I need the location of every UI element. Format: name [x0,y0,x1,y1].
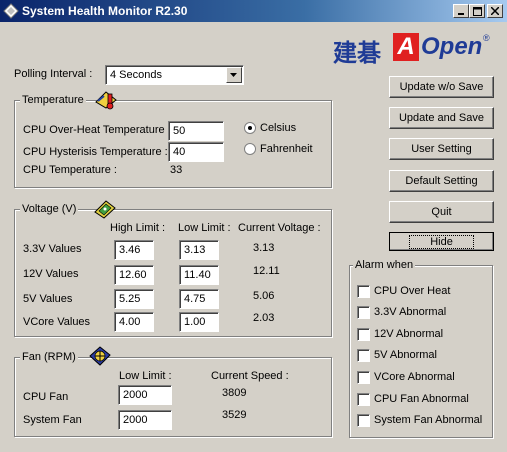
voltage-current-value: 2.03 [253,312,275,324]
alarm-label[interactable]: 3.3V Abnormal [374,306,446,318]
voltage-low-input[interactable]: 1.00 [179,312,219,332]
aopen-logo: 建碁 A Open ® [333,33,493,67]
voltage-current-value: 3.13 [253,242,275,254]
voltage-col-high: High Limit : [110,222,166,234]
cpu-temp-value: 33 [170,164,183,176]
voltage-high-input[interactable]: 3.46 [114,240,154,260]
fan-low-input[interactable]: 2000 [118,410,172,430]
fan-group-label: Fan (RPM) [20,351,78,363]
voltage-current-value: 12.11 [253,265,280,277]
user-setting-button[interactable]: User Setting [389,138,494,160]
celsius-label[interactable]: Celsius [260,122,296,134]
close-button[interactable] [487,4,503,18]
logo-chinese: 建碁 [333,39,381,67]
alarm-checkbox[interactable] [357,328,370,341]
chevron-down-icon [230,72,237,77]
logo-reg: ® [483,33,490,43]
default-setting-button[interactable]: Default Setting [389,170,494,192]
update-without-save-button[interactable]: Update w/o Save [389,76,494,98]
maximize-button[interactable] [469,4,485,18]
polling-dropdown-button[interactable] [226,67,242,83]
fan-col-current: Current Speed : [211,370,289,382]
alarm-checkbox[interactable] [357,414,370,427]
voltage-group-label: Voltage (V) [20,203,79,215]
fan-low-input[interactable]: 2000 [118,385,172,405]
fan-current-value: 3809 [222,387,247,399]
logo-a: A [393,33,419,61]
cpu-temp-label: CPU Temperature : [23,164,117,176]
temperature-group-label: Temperature [20,94,86,106]
polling-label: Polling Interval : [14,68,93,80]
fahrenheit-radio[interactable] [244,143,256,155]
alarm-group-label: Alarm when [353,259,416,271]
voltage-high-input[interactable]: 12.60 [114,265,154,285]
fahrenheit-label[interactable]: Fahrenheit [260,143,313,155]
voltage-low-input[interactable]: 4.75 [179,289,219,309]
overheat-label: CPU Over-Heat Temperature [23,124,165,136]
app-icon [3,3,19,19]
fan-col-low: Low Limit : [119,370,172,382]
alarm-checkbox[interactable] [357,285,370,298]
alarm-checkbox[interactable] [357,306,370,319]
close-icon [491,7,499,15]
alarm-checkbox[interactable] [357,349,370,362]
logo-open: Open [421,33,483,60]
maximize-icon [472,6,482,16]
celsius-radio[interactable] [244,122,256,134]
fan-row-label: CPU Fan [23,391,69,403]
voltage-current-value: 5.06 [253,290,275,302]
thermometer-icon [95,91,117,110]
voltage-low-input[interactable]: 3.13 [179,240,219,260]
hysteresis-label: CPU Hysterisis Temperature : [23,146,168,158]
fan-icon [89,346,111,366]
alarm-label[interactable]: CPU Fan Abnormal [374,393,469,405]
voltage-col-low: Low Limit : [178,222,231,234]
voltage-row-label: 5V Values [23,293,73,305]
minimize-icon [458,13,464,15]
polling-select[interactable]: 4 Seconds [105,65,244,85]
overheat-input[interactable]: 50 [168,121,224,141]
alarm-label[interactable]: System Fan Abnormal [374,414,482,426]
voltage-row-label: VCore Values [23,316,91,328]
hysteresis-input[interactable]: 40 [168,142,224,162]
voltage-row-label: 12V Values [23,268,79,280]
voltage-col-current: Current Voltage : [238,222,321,234]
alarm-label[interactable]: 12V Abnormal [374,328,443,340]
fan-current-value: 3529 [222,409,247,421]
fan-row-label: System Fan [23,414,82,426]
alarm-label[interactable]: VCore Abnormal [374,371,455,383]
minimize-button[interactable] [453,4,469,18]
voltage-row-label: 3.3V Values [23,243,82,255]
hide-button[interactable]: Hide [389,232,494,251]
polling-value: 4 Seconds [110,69,162,81]
chip-icon [94,200,116,219]
alarm-checkbox[interactable] [357,393,370,406]
window-title: System Health Monitor R2.30 [22,4,188,18]
voltage-high-input[interactable]: 4.00 [114,312,154,332]
voltage-low-input[interactable]: 11.40 [179,265,219,285]
quit-button[interactable]: Quit [389,201,494,223]
alarm-label[interactable]: CPU Over Heat [374,285,450,297]
title-bar[interactable]: System Health Monitor R2.30 [0,0,507,22]
voltage-high-input[interactable]: 5.25 [114,289,154,309]
alarm-label[interactable]: 5V Abnormal [374,349,437,361]
update-and-save-button[interactable]: Update and Save [389,107,494,129]
hide-button-label: Hide [409,234,474,249]
alarm-checkbox[interactable] [357,371,370,384]
